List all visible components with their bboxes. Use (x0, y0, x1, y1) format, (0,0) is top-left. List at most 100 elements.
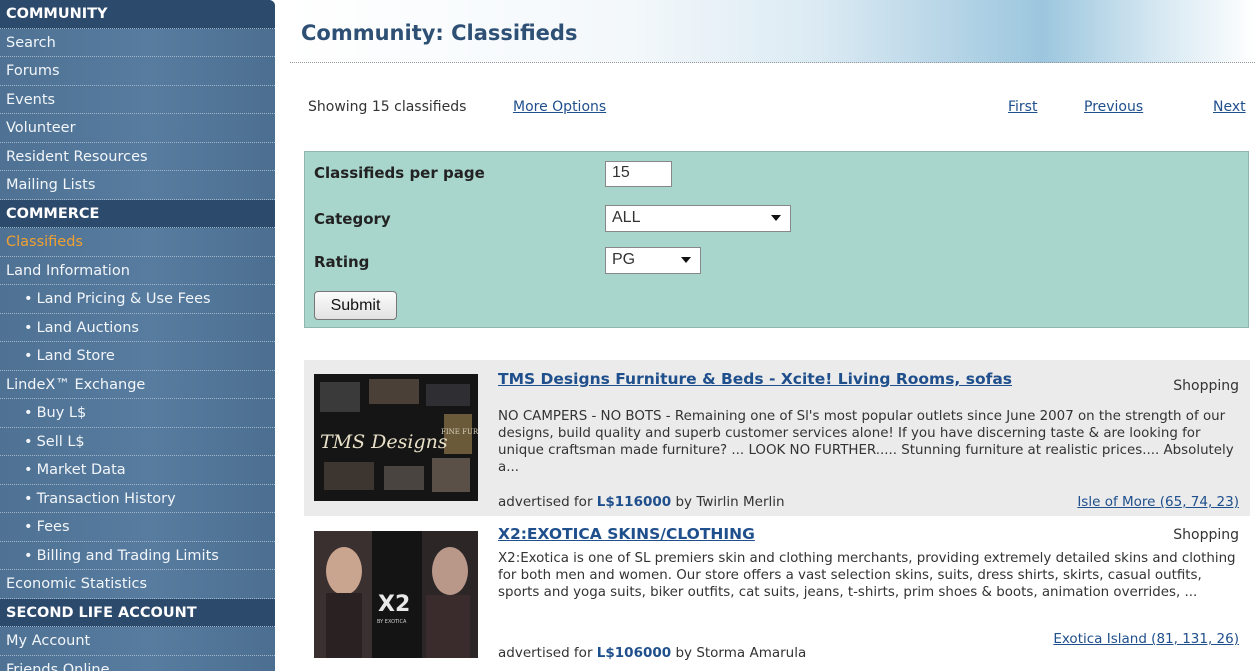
sidebar-item-land-store[interactable]: • Land Store (0, 342, 275, 371)
listing-title-link[interactable]: TMS Designs Furniture & Beds - Xcite! Li… (498, 370, 1028, 389)
sidebar-item-lindex-exchange[interactable]: LindeX™ Exchange (0, 371, 275, 399)
sidebar-item-buy-l[interactable]: • Buy L$ (0, 399, 275, 428)
filter-panel: Classifieds per page 15 Category ALL Rat… (304, 151, 1249, 328)
sidebar-item-forums[interactable]: Forums (0, 57, 275, 86)
sidebar-item-label: SECOND LIFE ACCOUNT (6, 604, 197, 621)
furniture-store-image: TMS Designs FINE FURNISHINGS (314, 374, 478, 501)
sidebar-section-community: COMMUNITY (0, 0, 275, 29)
sidebar-item-resident-resources[interactable]: Resident Resources (0, 143, 275, 171)
listing-category: Shopping (1173, 378, 1239, 394)
sidebar-item-label: My Account (6, 633, 91, 649)
sidebar-item-label: Classifieds (6, 234, 83, 250)
listing-price-line: advertised for L$106000 by Storma Amarul… (498, 645, 806, 661)
thumb-brand-text: TMS Designs (320, 431, 448, 453)
sidebar-item-label: LindeX™ Exchange (6, 376, 146, 393)
bullet-icon: • (24, 348, 33, 364)
listing-location-link[interactable]: Isle of More (65, 74, 23) (1077, 494, 1239, 510)
by-text: by (675, 494, 693, 510)
bullet-icon: • (24, 462, 33, 478)
sidebar-item-label: COMMERCE (6, 205, 100, 222)
sidebar-section-commerce: COMMERCE (0, 199, 275, 228)
results-count-text: Showing 15 classifieds (308, 99, 467, 115)
listing-title-link[interactable]: X2:EXOTICA SKINS/CLOTHING (498, 525, 998, 544)
sidebar-item-label: Buy L$ (36, 405, 87, 421)
next-page-link[interactable]: Next (1213, 99, 1246, 115)
sidebar-item-land-information[interactable]: Land Information (0, 257, 275, 285)
sidebar-item-market-data[interactable]: • Market Data (0, 456, 275, 485)
sidebar-item-label: Mailing Lists (6, 177, 96, 193)
page-title: Community: Classifieds (301, 21, 578, 45)
sidebar-item-label: Economic Statistics (6, 576, 148, 592)
dropdown-arrow-icon (771, 215, 781, 221)
sidebar-item-search[interactable]: Search (0, 29, 275, 57)
advertised-for-text: advertised for (498, 494, 593, 510)
bullet-icon: • (24, 490, 33, 507)
sidebar-item-label: Events (6, 91, 56, 108)
thumb-side-text: FINE FURNISHINGS (441, 428, 478, 436)
rating-select[interactable]: PG (605, 247, 701, 274)
listing-seller: Twirlin Merlin (696, 494, 785, 510)
sidebar-item-classifieds[interactable]: Classifieds (0, 228, 275, 257)
bullet-icon: • (24, 319, 33, 336)
sidebar-item-friends-online[interactable]: Friends Online (0, 656, 275, 671)
sidebar-item-sell-l[interactable]: • Sell L$ (0, 428, 275, 456)
sidebar-item-label: Sell L$ (36, 433, 85, 450)
sidebar-item-economic-statistics[interactable]: Economic Statistics (0, 570, 275, 599)
bullet-icon: • (24, 547, 33, 564)
listing-description: NO CAMPERS - NO BOTS - Remaining one of … (498, 409, 1234, 475)
sidebar-item-label: Billing and Trading Limits (36, 547, 219, 564)
sidebar-item-fees[interactable]: • Fees (0, 513, 275, 542)
dropdown-arrow-icon (681, 257, 691, 263)
listing-price: L$106000 (596, 645, 672, 661)
sidebar-item-label: Volunteer (6, 120, 76, 136)
listing-location-link[interactable]: Exotica Island (81, 131, 26) (1039, 631, 1239, 647)
sidebar-item-label: Market Data (36, 462, 126, 478)
per-page-input[interactable]: 15 (605, 161, 672, 187)
sidebar-item-label: Resident Resources (6, 148, 148, 165)
sidebar-item-volunteer[interactable]: Volunteer (0, 114, 275, 143)
page-header-banner: Community: Classifieds (290, 0, 1255, 63)
thumb-brand-text: X2 (378, 592, 410, 617)
main-content: Community: Classifieds Showing 15 classi… (290, 0, 1255, 671)
listing-seller: Storma Amarula (696, 645, 807, 661)
listing-price-line: advertised for L$116000 by Twirlin Merli… (498, 494, 785, 510)
sidebar-item-label: Transaction History (36, 490, 176, 507)
submit-button[interactable]: Submit (314, 291, 397, 320)
more-options-link[interactable]: More Options (513, 99, 606, 115)
sidebar-item-mailing-lists[interactable]: Mailing Lists (0, 171, 275, 200)
sidebar-section-second-life-account: SECOND LIFE ACCOUNT (0, 598, 275, 627)
sidebar-item-transaction-history[interactable]: • Transaction History (0, 485, 275, 513)
skins-store-image: X2 BY EXOTICA (314, 531, 478, 658)
listing-price: L$116000 (596, 494, 672, 510)
sidebar-item-label: Forums (6, 63, 60, 79)
sidebar-item-land-pricing-use-fees[interactable]: • Land Pricing & Use Fees (0, 285, 275, 314)
sidebar-item-events[interactable]: Events (0, 86, 275, 114)
rating-selected-value: PG (612, 251, 636, 268)
sidebar-item-label: Search (6, 34, 56, 51)
results-options-bar: Showing 15 classifieds More Options Firs… (308, 99, 1253, 121)
listing-category: Shopping (1173, 527, 1239, 543)
sidebar-nav: COMMUNITY Search Forums Events Volunteer Resi… (0, 0, 275, 671)
bullet-icon: • (24, 405, 33, 421)
per-page-label: Classifieds per page (314, 164, 485, 182)
previous-page-link[interactable]: Previous (1084, 99, 1143, 115)
listing-thumbnail-image[interactable]: X2 BY EXOTICA (314, 531, 478, 658)
sidebar-item-my-account[interactable]: My Account (0, 627, 275, 656)
sidebar-item-label: Land Pricing & Use Fees (36, 291, 211, 307)
listing-description: X2:Exotica is one of SL premiers skin an… (498, 551, 1236, 600)
sidebar-item-label: Land Store (36, 348, 115, 364)
category-select[interactable]: ALL (605, 205, 791, 232)
listing-thumbnail-image[interactable]: TMS Designs FINE FURNISHINGS (314, 374, 478, 501)
bullet-icon: • (24, 291, 33, 307)
sidebar-item-land-auctions[interactable]: • Land Auctions (0, 314, 275, 342)
sidebar-item-label: COMMUNITY (6, 6, 108, 22)
thumb-side-text: BY EXOTICA (377, 619, 407, 625)
classified-listing: X2 BY EXOTICA X2:EXOTICA SKINS/CLOTHING … (304, 521, 1250, 671)
sidebar-item-billing-and-trading-limits[interactable]: • Billing and Trading Limits (0, 542, 275, 570)
first-page-link[interactable]: First (1008, 99, 1037, 115)
sidebar-item-label: Friends Online (6, 661, 110, 671)
advertised-for-text: advertised for (498, 645, 593, 661)
bullet-icon: • (24, 433, 33, 450)
sidebar-item-label: Land Information (6, 262, 130, 279)
classified-listing: TMS Designs FINE FURNISHINGS TMS Designs… (304, 360, 1250, 516)
